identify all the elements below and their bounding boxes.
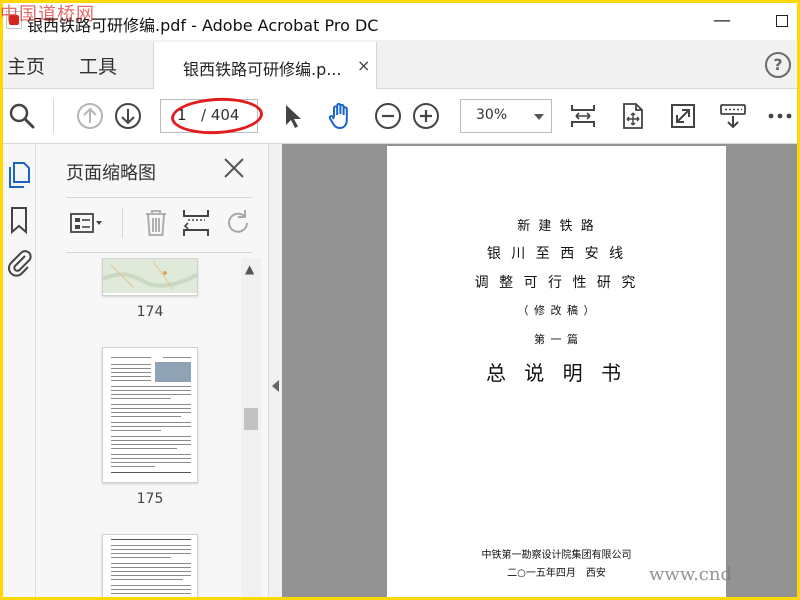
fit-page-icon[interactable] bbox=[568, 101, 598, 131]
page-number-field[interactable]: 1 / 404 bbox=[160, 99, 258, 133]
document-tab[interactable]: 银西铁路可研修编.p... × bbox=[153, 42, 377, 90]
panel-divider bbox=[66, 252, 252, 253]
document-tab-label: 银西铁路可研修编.p... bbox=[183, 60, 342, 79]
rotate-icon[interactable] bbox=[219, 206, 257, 240]
hand-tool-icon[interactable] bbox=[325, 101, 355, 131]
panel-title: 页面缩略图 bbox=[66, 163, 156, 184]
url-watermark: www.cnd bbox=[649, 564, 733, 585]
extract-icon[interactable] bbox=[177, 206, 215, 240]
scroll-mode-icon[interactable] bbox=[618, 101, 648, 131]
maximize-icon bbox=[776, 15, 788, 27]
zoom-in-icon[interactable] bbox=[411, 101, 441, 131]
help-button[interactable]: ? bbox=[765, 52, 791, 78]
doc-line-general-description: 总 说 明 书 bbox=[485, 361, 628, 385]
minimize-button[interactable]: — bbox=[708, 9, 736, 33]
doc-line-route: 银 川 至 西 安 线 bbox=[486, 246, 627, 262]
scroll-up-icon[interactable]: ▲ bbox=[245, 262, 254, 276]
maximize-button[interactable] bbox=[768, 9, 796, 33]
thumbnail-map-image bbox=[103, 259, 197, 293]
doc-line-revision: （ 修 改 稿 ） bbox=[517, 304, 596, 317]
menu-tab-bar: 主页 工具 银西铁路可研修编.p... × ? bbox=[3, 40, 797, 90]
toolbar-separator bbox=[53, 99, 54, 133]
panel-divider bbox=[66, 197, 252, 198]
bookmark-icon[interactable] bbox=[6, 205, 32, 235]
doc-line-part: 第 一 篇 bbox=[534, 333, 579, 346]
thumbnails-scrollbar[interactable]: ▲ bbox=[241, 258, 261, 597]
thumbnail-page-176[interactable] bbox=[102, 534, 198, 597]
zoom-value: 30% bbox=[476, 107, 508, 123]
thumbnail-label-174: 174 bbox=[136, 304, 164, 320]
read-mode-icon[interactable] bbox=[718, 101, 748, 131]
chevron-down-icon bbox=[534, 114, 544, 120]
thumbnail-options-icon[interactable] bbox=[68, 206, 106, 240]
thumbnail-label-175: 175 bbox=[136, 491, 164, 507]
home-menu[interactable]: 主页 bbox=[7, 52, 45, 79]
scrollbar-thumb[interactable] bbox=[244, 408, 258, 430]
more-icon[interactable] bbox=[765, 101, 795, 131]
document-view[interactable]: 新 建 铁 路 银 川 至 西 安 线 调 整 可 行 性 研 究 （ 修 改 … bbox=[282, 144, 797, 597]
close-icon[interactable] bbox=[222, 156, 246, 180]
pages-icon[interactable] bbox=[6, 160, 32, 190]
doc-line-study: 调 整 可 行 性 研 究 bbox=[474, 275, 639, 291]
attachment-icon[interactable] bbox=[6, 248, 32, 278]
thumbnails-list: 174 175 bbox=[66, 258, 241, 597]
doc-line-new-railway: 新 建 铁 路 bbox=[517, 219, 596, 234]
zoom-out-icon[interactable] bbox=[373, 101, 403, 131]
panel-tool-separator bbox=[122, 208, 123, 238]
next-page-icon[interactable] bbox=[113, 101, 143, 131]
panel-collapse-handle[interactable] bbox=[268, 144, 282, 597]
thumbnails-panel: 页面缩略图 174 175 ▲ bbox=[36, 144, 268, 597]
current-page-value[interactable]: 1 bbox=[177, 106, 187, 124]
thumbnail-photo bbox=[155, 362, 191, 382]
title-bar: 银西铁路可研修编.pdf - Adobe Acrobat Pro DC — bbox=[3, 3, 797, 40]
doc-line-company: 中铁第一勘察设计院集团有限公司 bbox=[481, 550, 632, 561]
thumbnail-page-174[interactable] bbox=[102, 258, 198, 296]
full-screen-icon[interactable] bbox=[668, 101, 698, 131]
toolbar: 1 / 404 30% bbox=[3, 89, 797, 144]
prev-page-icon[interactable] bbox=[75, 101, 105, 131]
thumbnail-page-175[interactable] bbox=[102, 347, 198, 483]
delete-icon[interactable] bbox=[137, 206, 175, 240]
total-pages: / 404 bbox=[201, 106, 240, 124]
tools-menu[interactable]: 工具 bbox=[79, 52, 117, 79]
select-arrow-icon[interactable] bbox=[278, 101, 308, 131]
zoom-select[interactable]: 30% bbox=[460, 99, 552, 133]
acrobat-window: 银西铁路可研修编.pdf - Adobe Acrobat Pro DC — 主页… bbox=[3, 3, 797, 597]
tab-close-button[interactable]: × bbox=[357, 56, 370, 75]
navigation-rail bbox=[3, 144, 36, 597]
search-icon[interactable] bbox=[7, 101, 37, 131]
site-watermark: 中国道桥网 bbox=[0, 4, 95, 25]
document-page: 新 建 铁 路 银 川 至 西 安 线 调 整 可 行 性 研 究 （ 修 改 … bbox=[387, 146, 726, 597]
collapse-arrow-icon bbox=[272, 380, 279, 392]
